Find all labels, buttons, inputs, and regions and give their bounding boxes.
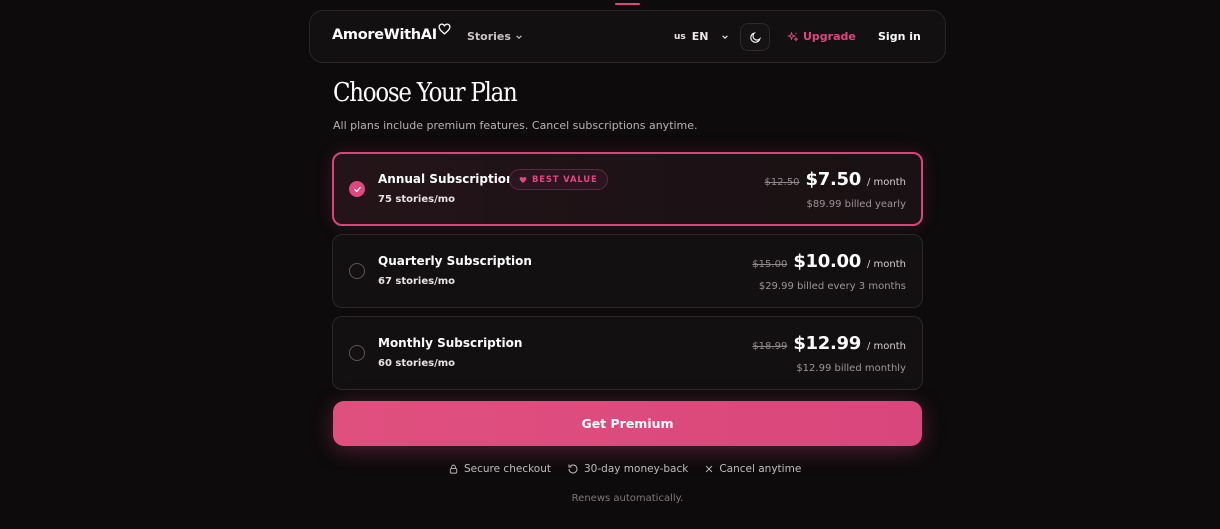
current-price: $12.99 <box>793 333 861 354</box>
radio-unselected[interactable] <box>349 263 365 279</box>
site-header: AmoreWithAI Stories us EN Upgrade Sign i… <box>309 10 946 63</box>
assurances-row: Secure checkout 30-day money-back Cancel… <box>448 463 801 475</box>
stories-dropdown[interactable]: Stories <box>467 30 523 43</box>
price-row: $18.99 $12.99 / month <box>752 333 906 354</box>
plan-stories: 75 stories/mo <box>378 194 456 205</box>
plan-stories: 60 stories/mo <box>378 358 456 369</box>
price-period: / month <box>866 177 906 188</box>
close-icon <box>706 465 713 473</box>
price-row: $15.00 $10.00 / month <box>752 251 906 272</box>
secure-checkout-label: Secure checkout <box>464 463 551 475</box>
plan-stories: 67 stories/mo <box>378 276 456 287</box>
theme-toggle-button[interactable] <box>740 23 770 51</box>
billing-note: $12.99 billed monthly <box>796 363 906 374</box>
logo-text: AmoreWithAI <box>332 27 437 43</box>
radio-unselected[interactable] <box>349 345 365 361</box>
renewal-footnote: Renews automatically. <box>571 493 684 504</box>
flag-us-icon: us <box>674 31 686 42</box>
sparkles-icon <box>787 31 799 41</box>
check-icon <box>353 186 361 192</box>
price-row: $12.50 $7.50 / month <box>765 169 906 190</box>
billing-note: $29.99 billed every 3 months <box>758 281 906 292</box>
cancel-anytime-label: Cancel anytime <box>719 463 802 475</box>
old-price: $12.50 <box>764 177 800 188</box>
plan-card-annual[interactable]: Annual Subscription BEST VALUE 75 storie… <box>332 152 923 226</box>
heart-outline-icon <box>438 23 451 35</box>
plan-name: Annual Subscription <box>378 172 515 186</box>
old-price: $15.00 <box>752 259 788 270</box>
current-price: $7.50 <box>805 169 862 190</box>
price-period: / month <box>866 259 906 270</box>
secure-checkout: Secure checkout <box>448 463 551 475</box>
plan-card-monthly[interactable]: Monthly Subscription 60 stories/mo $18.9… <box>332 316 923 390</box>
price-period: / month <box>866 341 906 352</box>
upgrade-link[interactable]: Upgrade <box>787 30 856 43</box>
radio-selected[interactable] <box>349 181 365 197</box>
old-price: $18.99 <box>752 341 788 352</box>
plan-name: Quarterly Subscription <box>378 254 532 268</box>
current-price: $10.00 <box>793 251 861 272</box>
language-code: EN <box>691 30 709 43</box>
page-title: Choose Your Plan <box>333 78 518 108</box>
plan-card-quarterly[interactable]: Quarterly Subscription 67 stories/mo $15… <box>332 234 923 308</box>
plan-name: Monthly Subscription <box>378 336 523 350</box>
moon-icon <box>749 31 761 43</box>
badge-label: BEST VALUE <box>532 174 598 185</box>
logo[interactable]: AmoreWithAI <box>332 23 451 43</box>
heart-icon <box>519 176 527 183</box>
page-subtitle: All plans include premium features. Canc… <box>333 119 698 132</box>
top-progress-indicator <box>615 3 640 5</box>
language-selector[interactable]: us EN <box>674 30 729 43</box>
lock-icon <box>449 464 458 474</box>
cancel-anytime: Cancel anytime <box>704 463 801 475</box>
money-back-label: 30-day money-back <box>584 463 689 475</box>
best-value-badge: BEST VALUE <box>509 169 608 190</box>
refresh-icon <box>568 464 578 474</box>
sign-in-link[interactable]: Sign in <box>878 30 921 43</box>
chevron-down-icon <box>721 34 728 39</box>
chevron-down-icon <box>516 34 522 39</box>
upgrade-label: Upgrade <box>803 30 856 43</box>
money-back: 30-day money-back <box>567 463 688 475</box>
get-premium-button[interactable]: Get Premium <box>333 401 922 446</box>
billing-note: $89.99 billed yearly <box>806 199 906 210</box>
stories-label: Stories <box>467 30 511 43</box>
